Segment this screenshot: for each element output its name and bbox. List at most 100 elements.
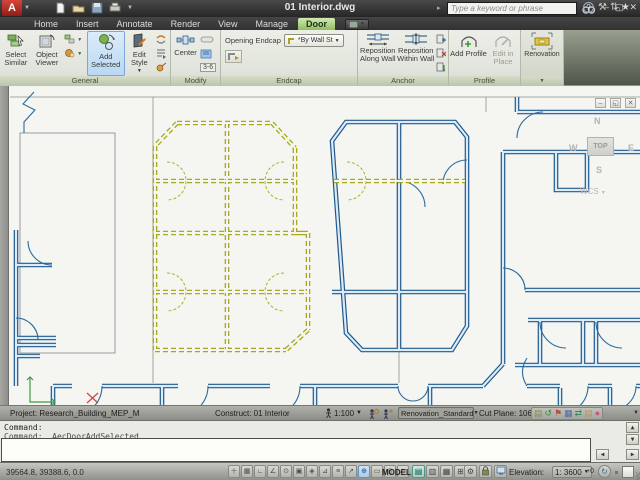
qat-save-icon[interactable] <box>91 2 103 14</box>
model-tab-button[interactable]: ▤ <box>412 465 425 478</box>
ortho-toggle[interactable]: ∟ <box>254 465 266 478</box>
reposition-within-wall-button[interactable]: Reposition Within Wall <box>397 31 435 76</box>
viewcube-wcs-menu[interactable]: WCS ▼ <box>580 187 606 196</box>
scroll-up-icon[interactable]: ▲ <box>626 422 639 433</box>
marker-icon[interactable]: ● <box>595 408 600 419</box>
lineweight-toggle[interactable]: ≡ <box>332 465 344 478</box>
viewcube-south[interactable]: S <box>596 165 602 175</box>
restore-icon[interactable]: ◱ <box>615 2 624 13</box>
tab-door[interactable]: Door <box>298 18 335 30</box>
door-size-button[interactable]: 3-6 <box>199 61 219 74</box>
qat-open-icon[interactable] <box>72 2 85 14</box>
qat-dropdown-icon[interactable]: ▼ <box>127 5 133 11</box>
polar-toggle[interactable]: ∠ <box>267 465 279 478</box>
regenerate-icon[interactable]: ↺ <box>545 408 553 419</box>
floor-plan[interactable] <box>0 86 640 405</box>
clean-screen-button[interactable] <box>622 466 634 478</box>
app-menu-dropdown-icon[interactable]: ▼ <box>24 5 30 11</box>
coordinates-display[interactable]: 39564.8, 39388.6, 0.0 <box>6 468 84 477</box>
tab-home[interactable]: Home <box>26 18 66 30</box>
sheet-icon[interactable]: ▤ <box>584 408 593 419</box>
renovation-button[interactable]: Renovation <box>522 31 562 76</box>
reposition-along-wall-button[interactable]: Reposition Along Wall <box>359 31 397 76</box>
panel-title-modify[interactable]: Modify <box>171 76 220 86</box>
surface-hatch-icon[interactable]: ▤ <box>534 408 543 419</box>
osnap-toggle[interactable]: ⊙ <box>280 465 292 478</box>
tab-extra-button[interactable]: ▼ <box>345 19 369 30</box>
sync-icon[interactable]: ⇄ <box>575 408 583 419</box>
annotation-refresh-icon[interactable]: ↻ <box>598 465 611 478</box>
snap-toggle[interactable]: ＋ <box>228 465 240 478</box>
center-button[interactable]: Center <box>172 31 199 76</box>
command-prompt-box[interactable]: Insert point or [STyle/WIdth/HEight/HEAd… <box>1 438 591 462</box>
panel-title-profile[interactable]: Profile <box>449 76 520 86</box>
anchor-set-button[interactable] <box>435 33 447 46</box>
workspace-gear-icon[interactable]: ⚙ <box>464 465 477 478</box>
tab-view[interactable]: View <box>210 18 245 30</box>
help-icon[interactable]: ? <box>583 2 594 13</box>
quickprops-toggle[interactable]: ↗ <box>345 465 357 478</box>
minimize-icon[interactable]: – <box>604 2 609 13</box>
drawing-area[interactable]: N W TOP E S WCS ▼ – ◱ ✕ <box>0 86 640 405</box>
panel-title-anchor[interactable]: Anchor <box>358 76 448 86</box>
status-bar-menu-icon[interactable]: ▼ <box>633 410 639 416</box>
panel-title-general[interactable]: General <box>0 76 170 86</box>
dynamic-input-toggle[interactable]: ⊕ <box>358 465 370 478</box>
grid-toggle[interactable]: ▦ <box>241 465 253 478</box>
command-vertical-scrollbar[interactable]: ▲ ▼ <box>626 422 639 445</box>
viewcube-west[interactable]: W <box>569 143 578 153</box>
select-similar-button[interactable]: Select Similar <box>1 31 31 76</box>
left-palette-strip[interactable] <box>0 86 9 405</box>
drawing-close-icon[interactable]: ✕ <box>625 98 636 108</box>
qat-plot-icon[interactable] <box>109 2 121 14</box>
ducs-toggle[interactable]: ⊿ <box>319 465 331 478</box>
apply-tool-button[interactable] <box>154 61 169 74</box>
viewcube-north[interactable]: N <box>594 116 601 126</box>
renovation-panel-arrow[interactable]: ▼ <box>521 76 563 86</box>
edit-style-dropdown-icon[interactable]: ▼ <box>137 67 142 75</box>
tab-manage[interactable]: Manage <box>247 18 296 30</box>
display-order-button[interactable]: ▼ <box>63 47 87 60</box>
command-window[interactable]: Command: Command: _AecDoorAddSelected In… <box>0 420 640 462</box>
annotation-visibility-icon[interactable] <box>368 408 379 419</box>
app-logo-icon[interactable]: A <box>2 0 22 16</box>
project-label[interactable]: Project: Research_Building_MEP_M <box>10 409 139 418</box>
add-profile-button[interactable]: Add Profile <box>450 31 487 76</box>
elevation-label[interactable]: Elevation: <box>509 468 544 477</box>
replace-z-icon[interactable]: +0 <box>586 468 594 475</box>
search-input[interactable] <box>447 2 577 15</box>
drawing-restore-icon[interactable]: ◱ <box>610 98 621 108</box>
viewcube-top[interactable]: TOP <box>587 137 614 156</box>
tab-annotate[interactable]: Annotate <box>109 18 161 30</box>
scroll-down-icon[interactable]: ▼ <box>626 434 639 445</box>
search-flyout-icon[interactable]: ▸ <box>437 4 441 12</box>
add-selected-button[interactable]: Add Selected <box>87 31 125 76</box>
close-icon[interactable]: ✕ <box>629 2 637 13</box>
layout-tab-button[interactable]: ▥ <box>426 465 439 478</box>
edit-style-button[interactable]: Edit Style ▼ <box>125 31 155 76</box>
resize-grip[interactable] <box>636 472 640 480</box>
lock-ui-icon[interactable] <box>479 465 492 478</box>
object-viewer-button[interactable]: Object Viewer <box>31 31 64 76</box>
annotation-scale-control[interactable]: 1:100 ▼ <box>325 408 362 418</box>
scroll-left-icon[interactable]: ◀ <box>596 449 609 460</box>
osnap-3d-toggle[interactable]: ▣ <box>293 465 305 478</box>
door-leaf-button[interactable] <box>199 47 219 60</box>
import-style-button[interactable] <box>154 47 169 60</box>
anchor-release-button[interactable] <box>435 47 447 60</box>
otrack-toggle[interactable]: ◈ <box>306 465 318 478</box>
display-configuration-select[interactable]: Renovation_Standard ▼ <box>398 407 474 419</box>
quickview-layouts-button[interactable]: ▦ <box>440 465 453 478</box>
model-space-label[interactable]: MODEL <box>382 468 411 477</box>
construct-label[interactable]: Construct: 01 Interior <box>215 409 290 418</box>
flag-icon[interactable]: ⚑ <box>554 408 562 419</box>
annotation-autoscale-icon[interactable] <box>382 408 393 419</box>
panel-title-endcap[interactable]: Endcap <box>221 76 357 86</box>
anchor-flip-button[interactable] <box>435 61 447 74</box>
swap-style-button[interactable] <box>154 33 169 46</box>
high-detail-icon[interactable] <box>494 465 507 478</box>
isolate-objects-button[interactable]: ▼ <box>63 33 87 46</box>
command-horizontal-scrollbar[interactable]: ◀ ▶ <box>596 449 639 460</box>
viewcube-east[interactable]: E <box>628 143 634 153</box>
door-swing-button[interactable] <box>199 33 219 46</box>
